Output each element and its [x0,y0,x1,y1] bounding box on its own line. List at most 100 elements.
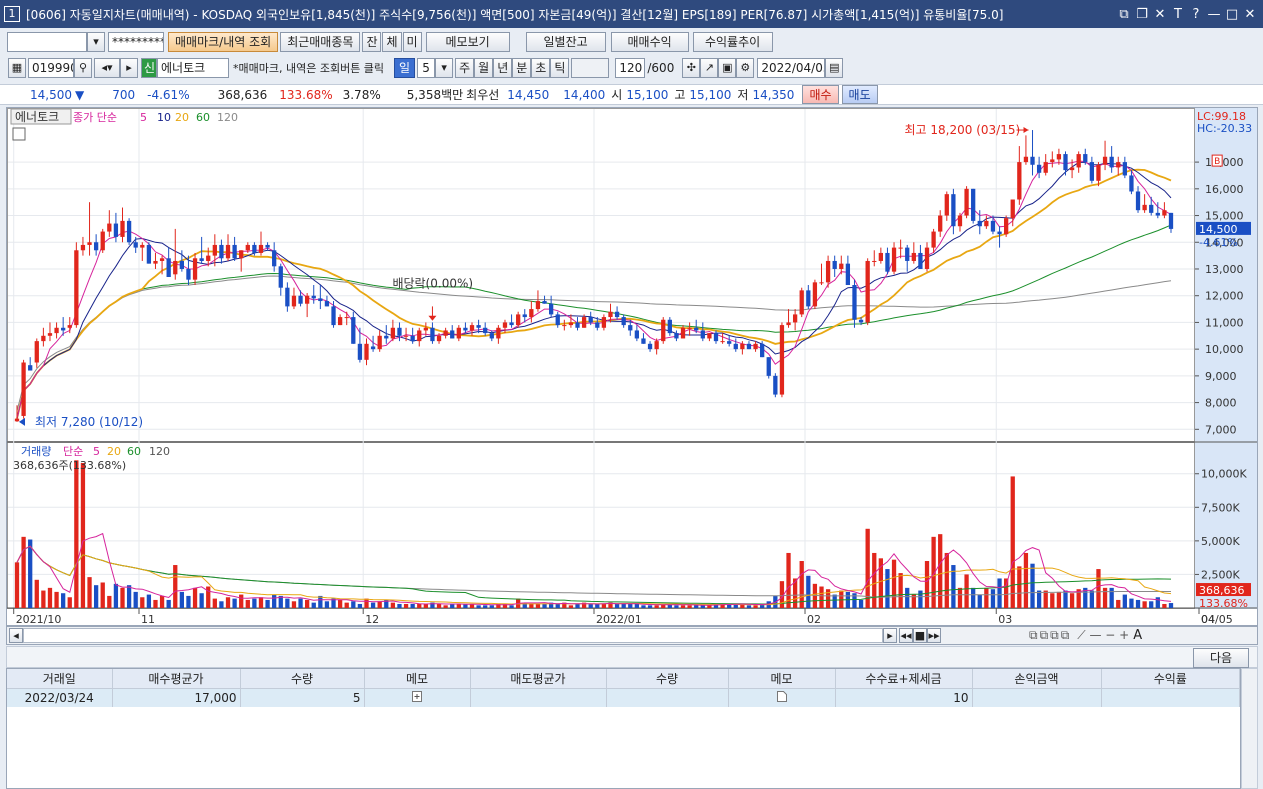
candle-body [370,346,376,350]
period-month-tab[interactable]: 월 [474,58,494,78]
period-year-tab[interactable]: 년 [493,58,513,78]
window-title: [0606] 자동일지차트(매매내역) - KOSDAQ 외국인보유[1,845… [26,7,1004,22]
search-icon[interactable]: ⚲ [74,58,92,78]
stop-icon[interactable]: ■ [913,628,927,643]
chevron-down-icon[interactable]: ▾ [87,32,105,52]
restore-icon[interactable]: ❐ [1133,7,1151,22]
trade-mark-query-button[interactable]: 매매마크/내역 조회 [168,32,279,52]
quote-bar: 14,500 ▼ 700 -4.61% 368,636 133.68% 3.78… [0,84,1263,105]
chevron-down-icon[interactable]: ▾ [435,58,454,78]
period-day-tab[interactable]: 일 [394,58,416,78]
candle-body [252,244,257,253]
play-icon[interactable]: ▸ [120,58,138,78]
step-forward-icon[interactable]: ▸▸ [927,628,941,643]
stock-chart[interactable]: 17,00016,00015,00014,00013,00012,00011,0… [7,108,1257,625]
candle-body [997,231,1002,235]
volume-bar [1036,590,1042,608]
col-pnl[interactable]: 손익금액 [972,669,1102,689]
x-tick-label: 2021/10 [16,613,62,625]
account-select[interactable] [7,32,87,52]
chart-scrollbar[interactable] [23,628,883,643]
help-icon[interactable]: ? [1187,7,1205,22]
period-number[interactable]: 5 [417,58,436,78]
close-x-icon[interactable]: ✕ [1151,7,1169,22]
col-sell-avg[interactable]: 매도평균가 [470,669,607,689]
volume-legend-60: 60 [127,445,141,458]
crosshair-icon[interactable]: ✣ [682,58,701,78]
grid-icon[interactable]: ▦ [8,58,26,78]
stock-name-field[interactable]: 에너토크 [157,58,229,78]
hc-label: HC:-20.33 [1197,122,1252,135]
draw-icon[interactable]: ↗ [700,58,719,78]
period-week-tab[interactable]: 주 [455,58,475,78]
table-row[interactable]: 2022/03/24 17,000 5 10 [7,688,1240,707]
candle-body [727,341,732,344]
font-icon[interactable]: T [1169,7,1187,22]
recent-trade-button[interactable]: 최근매매종목 [280,32,361,52]
candle-body [608,311,613,318]
period-tick-tab[interactable]: 틱 [550,58,570,78]
candle-body [28,365,33,371]
password-field[interactable]: ********* [108,32,164,52]
hint-text: *매매마크, 내역은 조회버튼 클릭 [233,62,385,75]
buy-button[interactable]: 매수 [802,85,839,104]
filled-button[interactable]: 체 [382,32,402,52]
period-combo[interactable] [571,58,610,78]
volume-bar [753,605,758,608]
candle-body [1155,212,1160,216]
balance-button[interactable]: 잔 [362,32,382,52]
candle-body [311,295,316,299]
close-icon[interactable]: ✕ [1241,7,1259,22]
col-return[interactable]: 수익률 [1101,669,1240,689]
trade-profit-button[interactable]: 매매수익 [610,32,689,52]
stock-code-input[interactable]: 019990 [28,58,74,78]
chart-control-icons[interactable]: ⧉⧉⧉⧉ [1029,628,1071,643]
step-back-icon[interactable]: ◂◂ [899,628,913,643]
candle-body [133,242,138,248]
font-size-icon[interactable]: A [1133,628,1142,643]
candle-body [957,215,963,227]
col-fee[interactable]: 수수료+제세금 [835,669,973,689]
col-trade-date[interactable]: 거래일 [7,669,113,689]
volume-tick-label: 10,000K [1201,468,1247,481]
minimize-icon[interactable]: — [1205,7,1223,22]
scroll-left-icon[interactable]: ◂ [9,628,23,643]
candle-body [522,314,527,318]
col-buy-memo[interactable]: 메모 [364,669,471,689]
memo-view-button[interactable]: 메모보기 [425,32,510,52]
bar-count-input[interactable]: 120 [615,58,646,78]
ask-price: 14,450 [507,87,550,102]
sell-button[interactable]: 매도 [841,85,878,104]
save-icon[interactable]: ▣ [718,58,737,78]
calendar-icon[interactable]: ▤ [825,58,844,78]
date-input[interactable]: 2022/04/05 [757,58,826,78]
daily-balance-button[interactable]: 일별잔고 [525,32,606,52]
col-sell-memo[interactable]: 메모 [728,669,836,689]
period-minute-tab[interactable]: 분 [512,58,532,78]
memo-add-icon[interactable] [364,688,471,707]
next-button[interactable]: 다음 [1193,648,1249,668]
candle-body [166,258,171,277]
memo-icon[interactable] [728,688,836,707]
speaker-icon[interactable]: ◂▾ [94,58,120,78]
return-trend-button[interactable]: 수익률추이 [692,32,773,52]
unfilled-button[interactable]: 미 [402,32,422,52]
legend-ma-60: 60 [196,111,210,124]
col-buy-avg[interactable]: 매수평균가 [112,669,241,689]
maximize-icon[interactable]: □ [1223,7,1241,22]
grid-scrollbar[interactable] [1241,668,1258,789]
period-second-tab[interactable]: 초 [531,58,551,78]
tool-icons[interactable]: ⟋ — − + [1077,628,1129,643]
x-tick-label: 12 [365,613,379,625]
col-buy-qty[interactable]: 수량 [240,669,365,689]
col-sell-qty[interactable]: 수량 [606,669,729,689]
cell-sell-qty [606,688,729,707]
scroll-right-icon[interactable]: ▸ [883,628,897,643]
window-icon[interactable]: ⧉ [1115,7,1133,22]
title-bar: 1 [0606] 자동일지차트(매매내역) - KOSDAQ 외국인보유[1,8… [0,0,1263,28]
chart-panel[interactable]: 17,000 16,000 15,000 14,000 13,000 12,000 11,0… [6,107,1258,626]
gear-icon[interactable]: ⚙ [736,58,755,78]
candle-body [34,341,39,363]
candle-body [384,335,389,339]
candle-body [614,311,620,318]
